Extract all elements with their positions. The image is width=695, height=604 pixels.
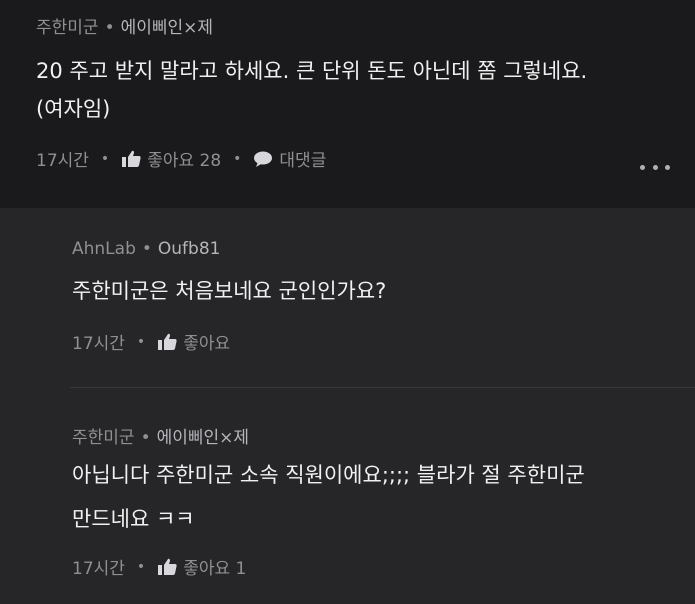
author-nickname[interactable]: 에이삐인×제 <box>157 428 249 448</box>
meta-separator: • <box>140 428 151 448</box>
reply-divider <box>70 387 695 388</box>
reply-text-line-1: 아닙니다 주한미군 소속 직원이에요;;;; 블라가 절 주한미군 <box>72 463 585 487</box>
reply-label: 대댓글 <box>279 151 327 171</box>
more-dots-icon[interactable] <box>640 157 670 177</box>
like-button[interactable]: 좋아요 <box>157 329 230 354</box>
reply-text-line-1: 주한미군은 처음보네요 군인인가요? <box>72 279 387 303</box>
thumbs-up-icon <box>157 333 177 351</box>
reply-button[interactable]: 대댓글 <box>253 146 326 171</box>
author-company[interactable]: AhnLab <box>72 239 136 259</box>
comment-time: 17시간 <box>36 151 89 171</box>
meta-separator: • <box>141 239 152 259</box>
footer-dot: • <box>233 150 242 167</box>
replies-section <box>0 208 695 604</box>
reply-time: 17시간 <box>72 334 125 354</box>
reply-author-meta: 주한미군 • 에이삐인×제 <box>72 423 249 448</box>
comment-author-meta: 주한미군 • 에이삐인×제 <box>36 13 213 38</box>
comment-text-line-1: 20 주고 받지 말라고 하세요. 큰 단위 돈도 아닌데 쫌 그렇네요. <box>36 59 588 83</box>
author-company[interactable]: 주한미군 <box>72 428 135 448</box>
comment-text-line-2: (여자임) <box>36 97 111 121</box>
footer-dot: • <box>136 558 146 575</box>
meta-separator: • <box>104 18 115 38</box>
reply-text-line-2: 만드네요 ㅋㅋ <box>72 507 195 531</box>
comment-footer: 17시간 • 좋아요 28 • 대댓글 <box>36 146 326 171</box>
thumbs-up-icon <box>121 150 141 168</box>
like-button[interactable]: 좋아요 1 <box>157 554 246 579</box>
like-label: 좋아요 28 <box>147 151 222 171</box>
footer-dot: • <box>100 150 110 167</box>
reply-footer: 17시간 • 좋아요 1 <box>72 554 246 579</box>
reply-time: 17시간 <box>72 559 125 579</box>
author-company[interactable]: 주한미군 <box>36 18 99 38</box>
like-label: 좋아요 1 <box>183 559 247 579</box>
like-label: 좋아요 <box>183 334 231 354</box>
author-nickname[interactable]: 에이삐인×제 <box>121 18 213 38</box>
thumbs-up-icon <box>157 558 177 576</box>
speech-bubble-icon <box>253 150 273 168</box>
reply-author-meta: AhnLab • Oufb81 <box>72 239 220 259</box>
like-button[interactable]: 좋아요 28 <box>121 146 221 171</box>
author-nickname[interactable]: Oufb81 <box>158 239 221 259</box>
main-comment: 주한미군 • 에이삐인×제 20 주고 받지 말라고 하세요. 큰 단위 돈도 아닌… <box>0 0 695 208</box>
footer-dot: • <box>136 333 146 350</box>
reply-footer: 17시간 • 좋아요 <box>72 329 230 354</box>
